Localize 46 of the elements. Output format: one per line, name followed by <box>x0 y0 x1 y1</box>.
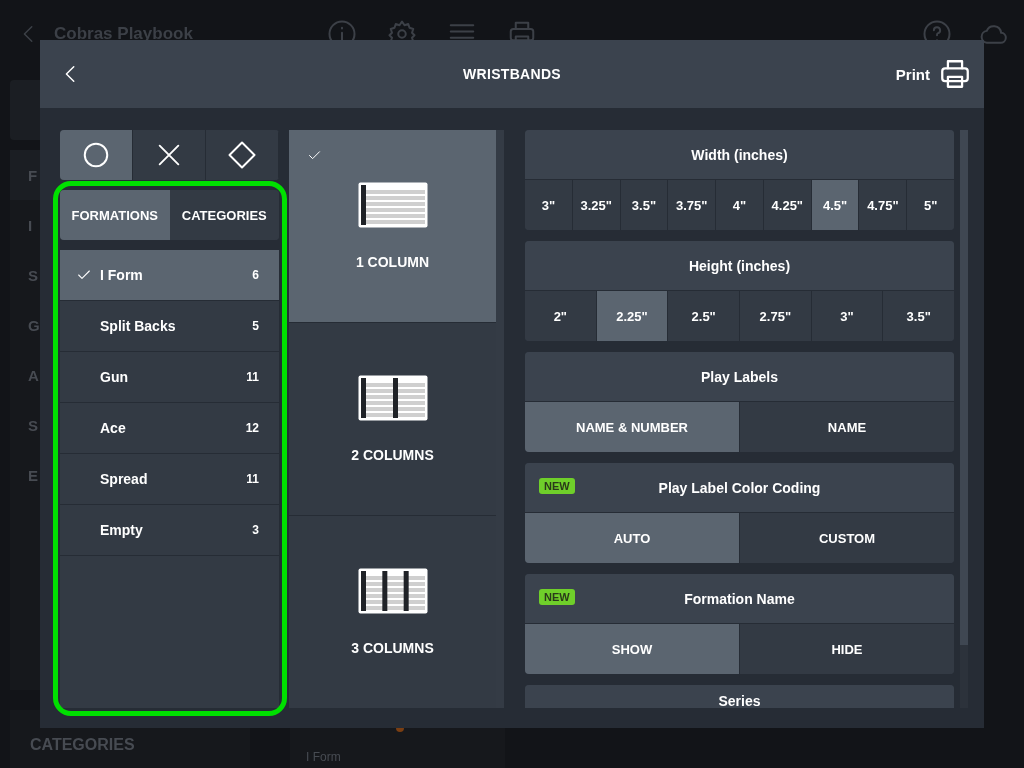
dialog-title: WRISTBANDS <box>463 66 561 82</box>
setting-option[interactable]: AUTO <box>525 513 740 563</box>
circle-icon[interactable] <box>81 140 111 170</box>
scrollbar-thumb[interactable] <box>960 130 968 645</box>
play-count: 5 <box>252 319 259 333</box>
play-count: 11 <box>246 472 259 486</box>
formation-row[interactable]: Ace 12 <box>60 403 279 454</box>
setting-option[interactable]: 2.25" <box>596 291 669 341</box>
play-count: 11 <box>246 370 259 384</box>
layout-option[interactable]: 1 COLUMN <box>289 130 496 322</box>
setting-option[interactable]: 4.5" <box>811 180 860 230</box>
setting-title: Play Labels <box>700 368 778 385</box>
layout-option[interactable]: 3 COLUMNS <box>289 516 496 708</box>
formation-row[interactable]: I Form 6 <box>60 250 279 301</box>
setting-title: Width (inches) <box>691 146 788 163</box>
setting-title: Series <box>718 693 761 708</box>
formation-name: Empty <box>100 522 143 538</box>
new-badge: NEW <box>539 478 575 494</box>
setting-title: Formation Name <box>684 590 795 607</box>
formation-name: Gun <box>100 369 128 385</box>
layout-option[interactable]: 2 COLUMNS <box>289 323 496 515</box>
scrollbar[interactable] <box>496 130 504 708</box>
setting-option[interactable]: SHOW <box>525 624 740 674</box>
wristband-layout-icon <box>357 182 428 228</box>
setting-option[interactable]: NAME & NUMBER <box>525 402 740 452</box>
diamond-icon[interactable] <box>227 140 257 170</box>
setting-title: Play Label Color Coding <box>658 479 821 496</box>
print-button[interactable]: Print <box>895 57 972 91</box>
formation-row[interactable]: Split Backs 5 <box>60 301 279 352</box>
shape-tab[interactable] <box>60 130 133 180</box>
wristband-layout-icon <box>357 568 428 614</box>
formation-row[interactable]: Spread 11 <box>60 454 279 505</box>
play-count: 12 <box>245 421 259 435</box>
printer-icon[interactable] <box>938 57 972 91</box>
formation-row[interactable]: Empty 3 <box>60 505 279 556</box>
wristband-layout-icon <box>357 375 428 421</box>
formation-name: I Form <box>100 267 143 283</box>
formation-name: Ace <box>100 420 126 436</box>
play-count: 3 <box>252 523 259 537</box>
formation-name: Split Backs <box>100 318 176 334</box>
formation-name: Spread <box>100 471 148 487</box>
play-count: 6 <box>252 268 259 282</box>
new-badge: NEW <box>539 589 575 605</box>
list-tab[interactable]: FORMATIONS <box>60 190 170 240</box>
setting-title: Height (inches) <box>688 257 791 274</box>
formation-row[interactable]: Gun 11 <box>60 352 279 403</box>
